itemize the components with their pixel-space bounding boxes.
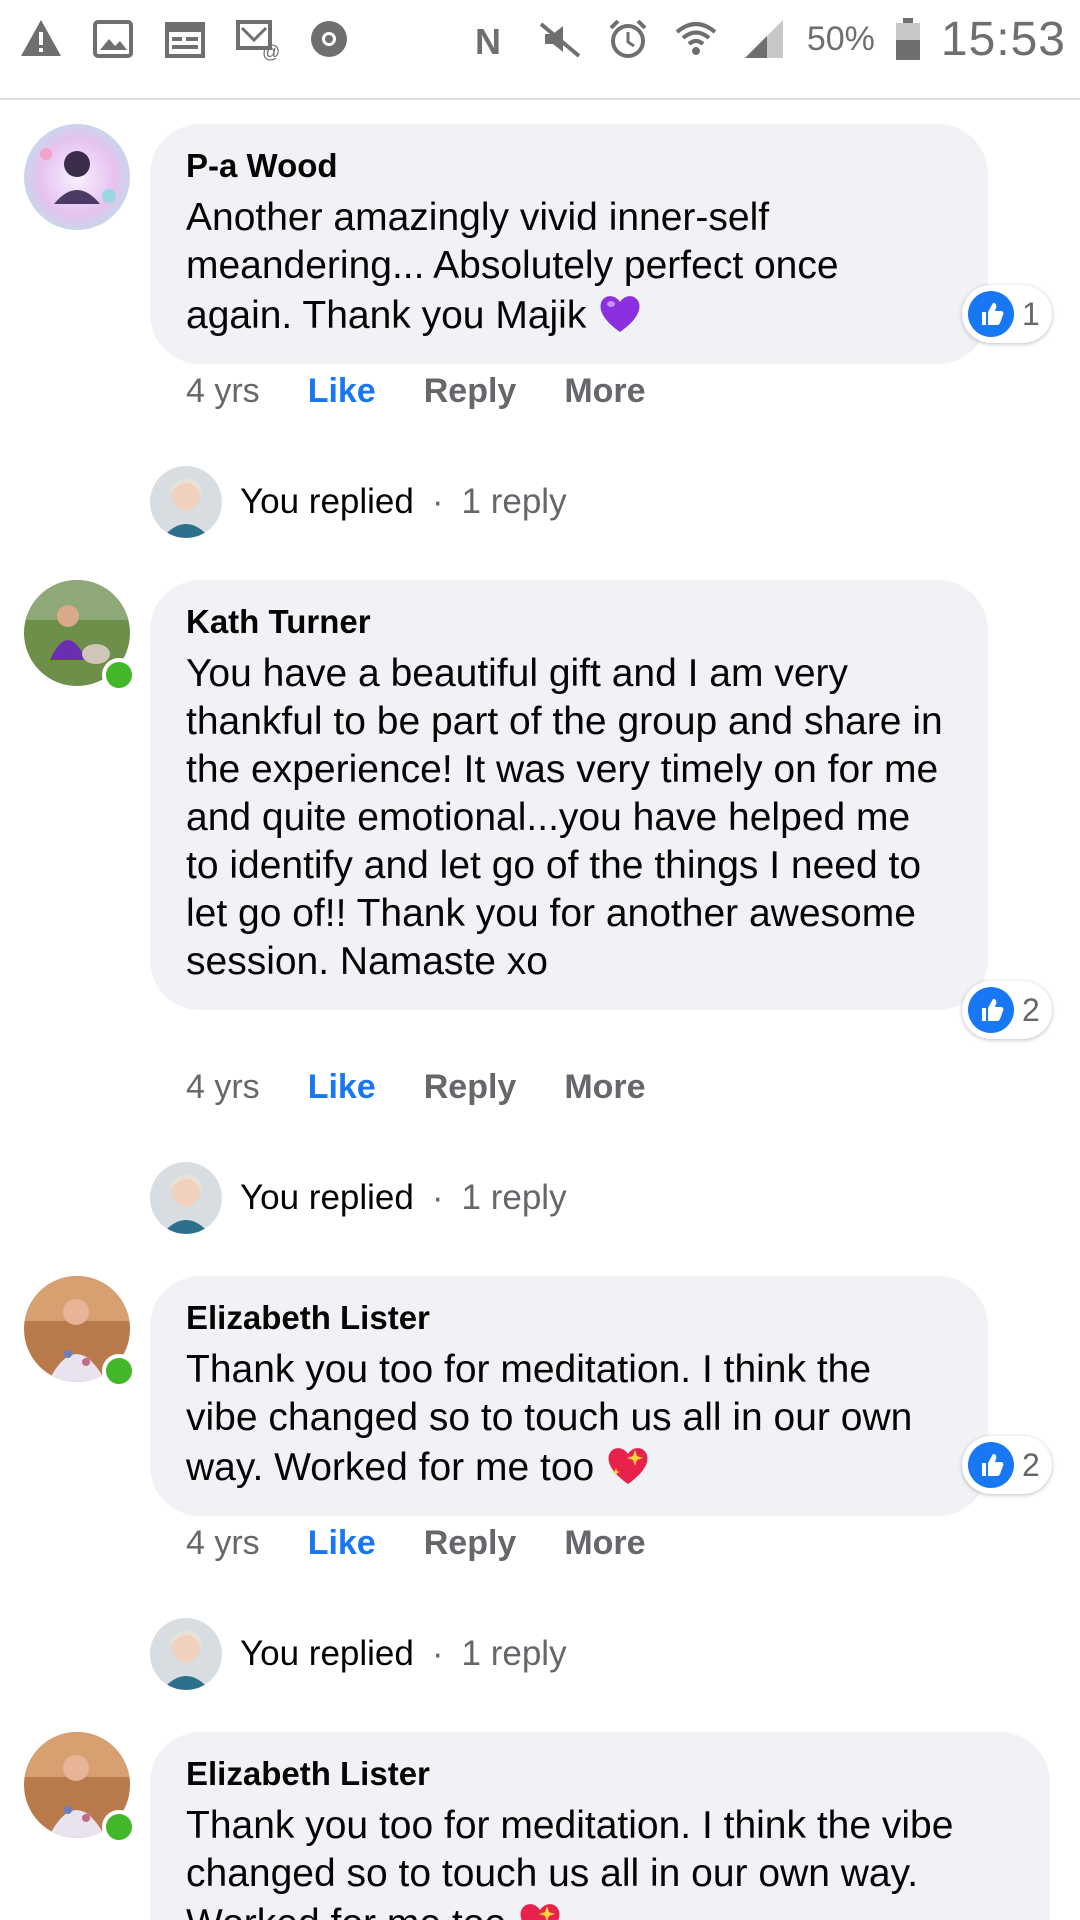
- reaction-count-value: 2: [1022, 1446, 1040, 1483]
- alarm-icon: [603, 14, 653, 64]
- replies-summary[interactable]: You replied · 1 reply: [150, 1162, 567, 1234]
- separator: ·: [431, 1178, 444, 1217]
- separator: ·: [431, 1634, 444, 1673]
- replies-summary[interactable]: You replied · 1 reply: [150, 466, 567, 538]
- status-bar-notifications: @: [16, 14, 354, 64]
- comment-actions: 4 yrs Like Reply More: [186, 372, 646, 411]
- warning-icon: [16, 14, 66, 64]
- reaction-count[interactable]: 2: [962, 1436, 1052, 1494]
- clock: 15:53: [940, 12, 1066, 66]
- you-replied-label: You replied: [240, 1634, 414, 1673]
- sparkling-heart-icon: [605, 1442, 651, 1488]
- sparkling-heart-icon: [517, 1898, 563, 1920]
- more-button[interactable]: More: [564, 372, 645, 411]
- online-indicator: [102, 1810, 136, 1844]
- comment-bubble: Elizabeth Lister Thank you too for medit…: [150, 1732, 1050, 1920]
- reply-count: 1 reply: [461, 482, 567, 521]
- reply-count: 1 reply: [461, 1178, 567, 1217]
- like-reaction-icon: [968, 1442, 1014, 1488]
- comment-bubble: Kath Turner You have a beautiful gift an…: [150, 580, 988, 1010]
- reply-button[interactable]: Reply: [424, 1524, 517, 1563]
- comment-text: You have a beautiful gift and I am very …: [186, 652, 943, 983]
- status-bar: @ N 50% 15:53: [0, 0, 1080, 100]
- comment-timestamp[interactable]: 4 yrs: [186, 372, 260, 411]
- purple-heart-icon: [597, 290, 643, 336]
- avatar: [150, 466, 222, 538]
- comment-actions: 4 yrs Like Reply More: [186, 1524, 646, 1563]
- reaction-count[interactable]: 1: [962, 285, 1052, 343]
- reaction-count-value: 2: [1022, 991, 1040, 1028]
- comment-text: Another amazingly vivid inner-self meand…: [186, 194, 952, 340]
- svg-text:@: @: [262, 42, 280, 62]
- comment-author[interactable]: Kath Turner: [186, 602, 952, 642]
- chrome-icon: [304, 14, 354, 64]
- signal-icon: [739, 14, 789, 64]
- comment-text: Thank you too for meditation. I think th…: [186, 1346, 952, 1492]
- like-button[interactable]: Like: [308, 372, 376, 411]
- comment-bubble: Elizabeth Lister Thank you too for medit…: [150, 1276, 988, 1516]
- battery-icon: [893, 14, 923, 64]
- avatar: [150, 1618, 222, 1690]
- comment-author[interactable]: Elizabeth Lister: [186, 1754, 1014, 1794]
- more-button[interactable]: More: [564, 1524, 645, 1563]
- reaction-count-value: 1: [1022, 295, 1040, 332]
- online-indicator: [102, 1354, 136, 1388]
- you-replied-label: You replied: [240, 482, 414, 521]
- you-replied-label: You replied: [240, 1178, 414, 1217]
- wifi-icon: [671, 14, 721, 64]
- like-button[interactable]: Like: [308, 1068, 376, 1107]
- comment-actions: 4 yrs Like Reply More: [186, 1068, 646, 1107]
- avatar[interactable]: [24, 124, 130, 230]
- status-bar-system: N 50% 15:53: [467, 8, 1066, 70]
- svg-text:N: N: [475, 21, 501, 62]
- like-reaction-icon: [968, 291, 1014, 337]
- comment-text-body: Thank you too for meditation. I think th…: [186, 1348, 913, 1489]
- like-button[interactable]: Like: [308, 1524, 376, 1563]
- email-icon: @: [232, 14, 282, 64]
- more-button[interactable]: More: [564, 1068, 645, 1107]
- comment-text: Thank you too for meditation. I think th…: [186, 1802, 1014, 1920]
- comment-timestamp[interactable]: 4 yrs: [186, 1524, 260, 1563]
- mute-icon: [535, 14, 585, 64]
- comment-text-body: Another amazingly vivid inner-self meand…: [186, 196, 839, 337]
- comment-bubble: P-a Wood Another amazingly vivid inner-s…: [150, 124, 988, 364]
- battery-percent: 50%: [806, 19, 875, 58]
- reply-count: 1 reply: [461, 1634, 567, 1673]
- replies-summary[interactable]: You replied · 1 reply: [150, 1618, 567, 1690]
- reply-button[interactable]: Reply: [424, 372, 517, 411]
- comment-text-body: Thank you too for meditation. I think th…: [186, 1804, 954, 1920]
- comment-author[interactable]: P-a Wood: [186, 146, 952, 186]
- comment-author[interactable]: Elizabeth Lister: [186, 1298, 952, 1338]
- reaction-count[interactable]: 2: [962, 981, 1052, 1039]
- online-indicator: [102, 658, 136, 692]
- nfc-icon: N: [467, 14, 517, 64]
- image-icon: [88, 14, 138, 64]
- like-reaction-icon: [968, 987, 1014, 1033]
- comment-timestamp[interactable]: 4 yrs: [186, 1068, 260, 1107]
- separator: ·: [431, 482, 444, 521]
- avatar: [150, 1162, 222, 1234]
- calendar-icon: [160, 14, 210, 64]
- reply-button[interactable]: Reply: [424, 1068, 517, 1107]
